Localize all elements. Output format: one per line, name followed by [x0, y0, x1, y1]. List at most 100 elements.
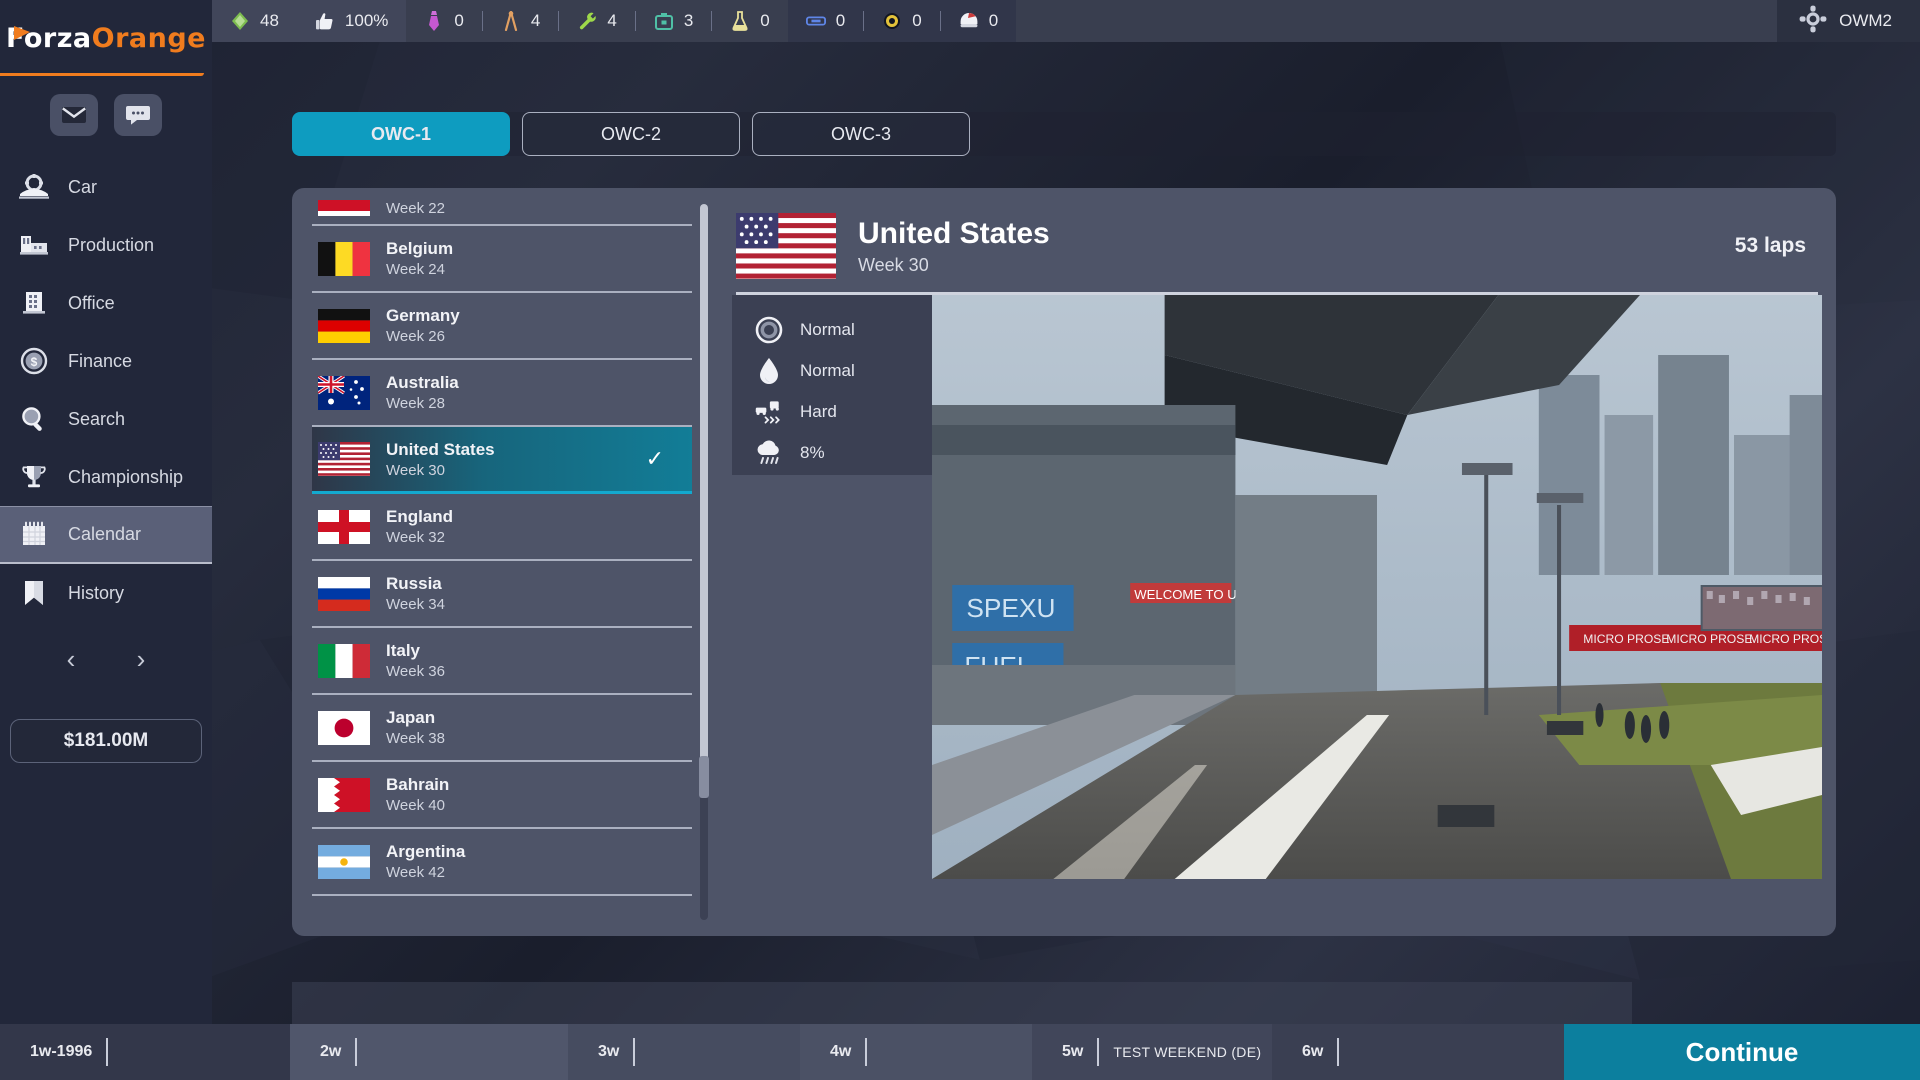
race-country: Belgium [386, 239, 454, 258]
timeline-segment-1[interactable]: 1w-1996 [0, 1024, 290, 1080]
timeline-segment-3[interactable]: 3w [568, 1024, 800, 1080]
race-week: Week 30 [386, 461, 445, 479]
list-item[interactable]: Bahrain Week 40 [312, 762, 692, 829]
flag-russia [318, 576, 370, 611]
svg-text:MICRO PROSE: MICRO PROSE [1583, 632, 1669, 646]
stat-morale[interactable]: 100% [297, 0, 406, 42]
race-country: Australia [386, 373, 459, 392]
stat-mechanics-value: 4 [607, 11, 617, 30]
list-item-selected[interactable]: United States Week 30 ✓ [312, 427, 692, 494]
tab-owc-1[interactable]: OWC-1 [292, 112, 510, 156]
quick-actions [0, 76, 212, 152]
list-item[interactable]: Italy Week 36 [312, 628, 692, 695]
svg-text:WELCOME TO US: WELCOME TO US [1134, 587, 1245, 602]
scrollbar-thumb[interactable] [700, 204, 708, 764]
stat-research[interactable]: 0 [712, 0, 787, 42]
sidebar-item-car[interactable]: Car [0, 158, 212, 216]
wrench-icon [577, 11, 597, 31]
list-item[interactable]: Australia Week 28 [312, 360, 692, 427]
sidebar-item-production[interactable]: Production [0, 216, 212, 274]
scrollbar-grip[interactable] [699, 756, 709, 798]
sidebar-item-championship[interactable]: Championship [0, 448, 212, 506]
app-logo[interactable]: ForzaOrange [0, 0, 212, 76]
svg-text:MICRO PROSE: MICRO PROSE [1666, 632, 1752, 646]
tie-icon [424, 11, 444, 31]
gem-icon [230, 11, 250, 31]
sidebar-item-label: Finance [68, 350, 133, 371]
dollar-coin-icon: $ [18, 346, 50, 376]
timeline-segment-6[interactable]: 6w [1272, 1024, 1564, 1080]
pager-prev-button[interactable]: ‹ [67, 644, 76, 675]
sidebar-item-search[interactable]: Search [0, 390, 212, 448]
condition-fuel: Normal [754, 350, 932, 391]
season-timeline: 1w-1996 2w 3w 4w 5w TEST WEEKEND (DE) 6w… [0, 1024, 1920, 1080]
timeline-upper-strip [292, 982, 1632, 1024]
flag-australia [318, 375, 370, 410]
stat-designers[interactable]: 4 [483, 0, 558, 42]
list-item[interactable]: Belgium Week 24 [312, 226, 692, 293]
sidebar-item-finance[interactable]: $ Finance [0, 332, 212, 390]
stat-medals[interactable]: 0 [864, 0, 939, 42]
sidebar-item-calendar[interactable]: Calendar [0, 506, 212, 564]
timeline-label: 1w-1996 [30, 1043, 93, 1060]
stat-medals-value: 0 [912, 11, 922, 30]
race-text: Australia Week 28 [386, 373, 459, 412]
messages-button[interactable] [114, 94, 162, 136]
pager-next-button[interactable]: › [137, 644, 146, 675]
stat-gem[interactable]: 48 [212, 0, 297, 42]
stat-equipment-value: 3 [683, 11, 694, 30]
timeline-marker [1337, 1038, 1340, 1066]
timeline-segment-5[interactable]: 5w TEST WEEKEND (DE) [1032, 1024, 1272, 1080]
list-item[interactable]: Russia Week 34 [312, 561, 692, 628]
top-status-bar: 48 100% 0 4 4 3 0 0 0 0 OWM2 [212, 0, 1920, 42]
sidebar-item-office[interactable]: Office [0, 274, 212, 332]
list-item[interactable]: Argentina Week 42 [312, 829, 692, 896]
race-country: United States [386, 439, 495, 459]
race-list-scrollbar[interactable] [700, 204, 708, 920]
race-week: Week 32 [386, 529, 445, 546]
timeline-segment-4[interactable]: 4w [800, 1024, 1032, 1080]
race-country: Japan [386, 708, 436, 727]
check-icon: ✓ [645, 446, 664, 471]
tab-owc-3[interactable]: OWC-3 [752, 112, 970, 156]
race-list[interactable]: Week 22 Belgium Week 24 Germany Week 26 … [312, 200, 692, 924]
stat-equipment[interactable]: 3 [636, 0, 711, 42]
team-name: OWM2 [1839, 11, 1892, 30]
timeline-note: TEST WEEKEND (DE) [1113, 1044, 1262, 1060]
continue-button[interactable]: Continue [1564, 1024, 1920, 1080]
race-text: England Week 32 [386, 507, 453, 546]
list-item[interactable]: Germany Week 26 [312, 293, 692, 360]
timeline-marker [865, 1038, 868, 1066]
sidebar-item-history[interactable]: History [0, 564, 212, 622]
detail-flag-usa [736, 213, 836, 279]
mail-icon [62, 107, 86, 123]
stat-drivers[interactable]: 0 [941, 0, 1016, 42]
list-item[interactable]: England Week 32 [312, 494, 692, 561]
detail-body: Normal Normal Hard 8% SPEXU WELCOME TO U… [732, 295, 1822, 879]
race-week: Week 24 [386, 261, 445, 278]
race-text: Japan Week 38 [386, 708, 445, 747]
race-week: Week 26 [386, 328, 445, 345]
bookmark-icon [18, 578, 50, 608]
list-item[interactable]: Week 22 [312, 200, 692, 226]
helmet-icon [959, 11, 979, 31]
timeline-label: 4w [830, 1043, 852, 1060]
inbox-button[interactable] [50, 94, 98, 136]
race-week: Week 38 [386, 730, 445, 747]
logo-underline [0, 73, 204, 76]
stat-mechanics[interactable]: 4 [559, 0, 634, 42]
condition-rain: 8% [754, 432, 932, 473]
team-menu-button[interactable]: OWM2 [1777, 0, 1920, 42]
stat-morale-value: 100% [344, 11, 389, 30]
fuel-drop-icon [754, 357, 784, 385]
timeline-segment-2[interactable]: 2w [290, 1024, 568, 1080]
list-item[interactable]: Japan Week 38 [312, 695, 692, 762]
stat-cars[interactable]: 0 [788, 0, 863, 42]
race-text: Russia Week 34 [386, 574, 445, 613]
stat-managers[interactable]: 0 [406, 0, 481, 42]
gear-icon [1799, 5, 1827, 38]
status-group-primary: 48 100% [212, 0, 407, 42]
flag-monaco [318, 200, 370, 216]
tab-owc-2[interactable]: OWC-2 [522, 112, 740, 156]
medal-icon [882, 11, 902, 31]
